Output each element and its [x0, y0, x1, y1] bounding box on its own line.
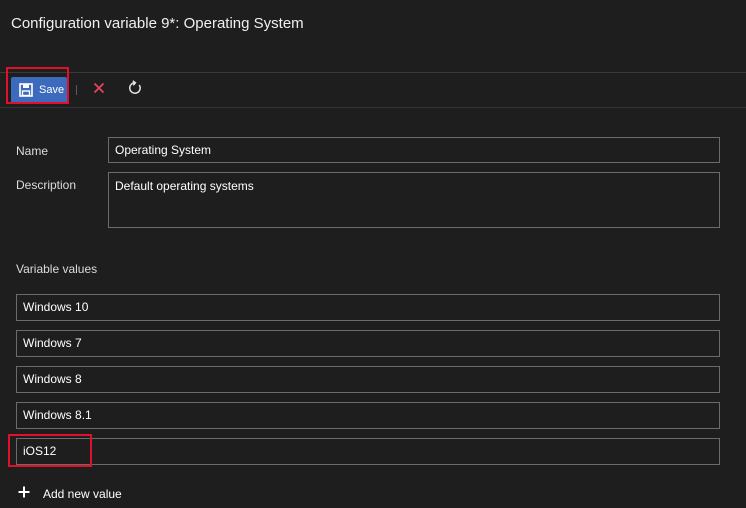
- variable-value-input[interactable]: Windows 7: [16, 330, 720, 357]
- add-new-value-label: Add new value: [43, 487, 122, 501]
- title-bar: Configuration variable 9*: Operating Sys…: [0, 0, 746, 72]
- save-button[interactable]: Save: [11, 77, 67, 103]
- variable-values-label: Variable values: [16, 262, 98, 276]
- toolbar-separator: [76, 85, 77, 95]
- close-icon: [93, 81, 105, 99]
- name-label: Name: [16, 144, 49, 158]
- divider: [0, 107, 746, 108]
- description-field[interactable]: Default operating systems: [108, 172, 720, 228]
- description-label: Description: [16, 178, 77, 192]
- refresh-icon: [127, 79, 143, 101]
- name-field[interactable]: Operating System: [108, 137, 720, 163]
- toolbar: Save: [0, 73, 746, 106]
- plus-icon: [18, 485, 30, 503]
- refresh-button[interactable]: [124, 79, 146, 101]
- variable-value-input[interactable]: Windows 10: [16, 294, 720, 321]
- save-button-label: Save: [39, 84, 65, 96]
- discard-button[interactable]: [88, 79, 110, 101]
- add-new-value-button[interactable]: Add new value: [18, 484, 122, 504]
- variable-value-input[interactable]: iOS12: [16, 438, 720, 465]
- save-icon: [19, 83, 33, 97]
- page-title: Configuration variable 9*: Operating Sys…: [11, 15, 304, 32]
- variable-value-input[interactable]: Windows 8: [16, 366, 720, 393]
- variable-value-input[interactable]: Windows 8.1: [16, 402, 720, 429]
